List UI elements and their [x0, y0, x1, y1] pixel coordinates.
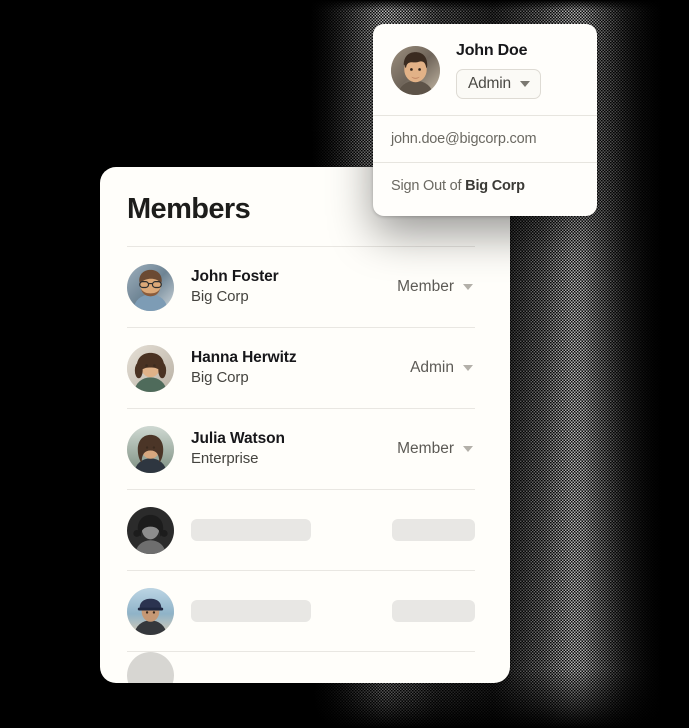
member-org: Enterprise [191, 450, 259, 468]
avatar-loading-2 [127, 587, 174, 635]
table-row [127, 651, 475, 683]
avatar-julia-watson [127, 425, 174, 473]
account-role-dropdown[interactable]: Admin [456, 69, 541, 99]
member-org: Big Corp [191, 369, 249, 387]
skeleton-role-bar [392, 600, 475, 622]
screenshot-stage: Members John Foster Big Corp Member Hann… [0, 0, 689, 728]
role-label: Member [397, 440, 454, 457]
skeleton-name-bar [191, 600, 311, 622]
members-panel: Members John Foster Big Corp Member Hann… [100, 167, 510, 683]
table-row[interactable]: Hanna Herwitz Big Corp Admin [127, 327, 475, 408]
account-role-label: Admin [468, 75, 511, 92]
member-identity: Julia Watson Enterprise [191, 429, 397, 469]
table-row[interactable]: John Foster Big Corp Member [127, 246, 475, 327]
avatar-john-doe [391, 46, 440, 95]
avatar-loading-1 [127, 506, 174, 554]
account-email: john.doe@bigcorp.com [391, 131, 537, 147]
chevron-down-icon [463, 446, 473, 452]
page-title: Members [127, 193, 251, 225]
member-name: Hanna Herwitz [191, 349, 297, 367]
role-label: Member [397, 278, 454, 295]
table-row[interactable]: Julia Watson Enterprise Member [127, 408, 475, 489]
account-popup: John Doe Admin john.doe@bigcorp.com Sign… [373, 24, 597, 216]
role-dropdown[interactable]: Admin [410, 359, 475, 377]
chevron-down-icon [519, 81, 530, 87]
role-dropdown[interactable]: Member [397, 278, 475, 296]
member-name: John Foster [191, 268, 279, 286]
account-name: John Doe [456, 42, 528, 59]
avatar-john-foster [127, 263, 174, 311]
sign-out-prefix: Sign Out of [391, 178, 466, 194]
sign-out-org: Big Corp [465, 178, 525, 194]
avatar-loading-3 [127, 652, 174, 683]
skeleton-name-bar [191, 519, 311, 541]
role-dropdown[interactable]: Member [397, 440, 475, 458]
role-label: Admin [410, 359, 454, 376]
sign-out-button[interactable]: Sign Out of Big Corp [373, 163, 597, 210]
table-row [127, 570, 475, 651]
account-header: John Doe Admin [373, 24, 597, 115]
member-name: Julia Watson [191, 430, 285, 448]
chevron-down-icon [463, 284, 473, 290]
chevron-down-icon [463, 365, 473, 371]
member-org: Big Corp [191, 288, 249, 306]
table-row [127, 489, 475, 570]
avatar-hanna-herwitz [127, 344, 174, 392]
members-list: John Foster Big Corp Member Hanna Herwit… [127, 246, 475, 683]
member-identity: John Foster Big Corp [191, 267, 397, 307]
blob-fade-top [310, 0, 662, 10]
skeleton-role-bar [392, 519, 475, 541]
member-identity: Hanna Herwitz Big Corp [191, 348, 410, 388]
account-identity: John Doe Admin [456, 42, 541, 99]
